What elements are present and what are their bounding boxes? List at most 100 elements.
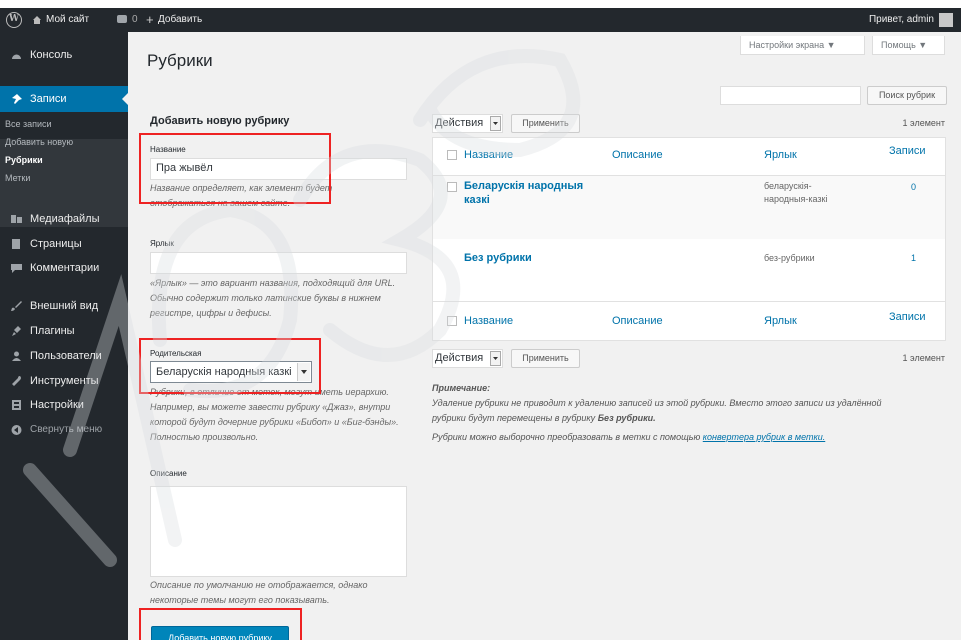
help-line: «Ярлык» — это вариант названия, подходящ… (150, 278, 396, 288)
row-checkbox[interactable] (447, 182, 457, 192)
help-line: Полностью произвольно. (150, 432, 259, 442)
search-categories-button[interactable]: Поиск рубрик (867, 86, 947, 105)
search-input[interactable] (720, 86, 861, 105)
greeting-link[interactable]: Привет, admin (869, 8, 934, 32)
table-row: Без рубрики без-рубрики 1 (433, 239, 945, 302)
menu-label: Настройки (30, 399, 84, 411)
slug-line: народныя-казкі (764, 194, 828, 204)
menu-item-posts[interactable]: Записи (0, 86, 128, 112)
menu-item-comments[interactable]: Комментарии (0, 255, 128, 281)
name-input[interactable]: Пра жывёл (150, 158, 407, 180)
apply-button-top[interactable]: Применить (511, 114, 580, 133)
menu-item-users[interactable]: Пользователи (0, 343, 128, 369)
parent-help-text: Рубрики, в отличие от меток, могут иметь… (150, 385, 399, 445)
help-line: которой будут дочерние рубрики «Бибоп» и… (150, 417, 399, 427)
help-line: Обычно содержит только латинские буквы в… (150, 293, 381, 303)
category-name-link[interactable]: Беларускія народныя казкі (464, 179, 583, 207)
item-count-top: 1 элемент (902, 118, 945, 128)
bulk-actions-label: Действия (435, 117, 484, 129)
menu-label: Инструменты (30, 375, 99, 387)
category-name-line: казкі (464, 194, 490, 206)
column-slug[interactable]: Ярлык (764, 149, 797, 161)
slug-help-text: «Ярлык» — это вариант названия, подходящ… (150, 276, 395, 321)
table-footer-row: Название Описание Ярлык Записи (433, 302, 945, 340)
note-heading: Примечание: (432, 383, 491, 393)
screen-options-button[interactable]: Настройки экрана ▼ (740, 36, 865, 55)
category-slug: беларускія- народныя-казкі (764, 180, 827, 206)
note-text: Рубрики можно выборочно преобразовать в … (432, 432, 703, 442)
home-icon[interactable] (32, 15, 42, 25)
table-header-row: Название Описание Ярлык Записи (433, 138, 945, 176)
parent-label: Родительская (150, 349, 202, 358)
column-description[interactable]: Описание (612, 149, 663, 161)
submenu-add-new[interactable]: Добавить новую (5, 137, 73, 147)
column-name[interactable]: Название (464, 149, 513, 161)
slug-input[interactable] (150, 252, 407, 274)
menu-item-plugins[interactable]: Плагины (0, 318, 128, 344)
bulk-actions-select-bottom[interactable]: Действия (432, 349, 503, 368)
help-line: Например, вы можете завести рубрику «Джа… (150, 402, 391, 412)
select-all-checkbox-footer[interactable] (447, 316, 457, 326)
menu-label: Консоль (30, 49, 73, 61)
menu-label: Страницы (30, 238, 82, 250)
menu-label: Плагины (30, 325, 75, 337)
apply-button-bottom[interactable]: Применить (511, 349, 580, 368)
name-label: Название (150, 145, 186, 154)
category-post-count[interactable]: 1 (911, 252, 916, 265)
wordpress-logo-icon[interactable]: W (6, 12, 22, 28)
add-category-button[interactable]: Добавить новую рубрику (151, 626, 289, 640)
help-line: Рубрики, в отличие от меток, могут иметь… (150, 387, 389, 397)
new-content-link[interactable]: Добавить (158, 8, 202, 32)
category-name-link[interactable]: Без рубрики (464, 251, 532, 265)
item-count-bottom: 1 элемент (902, 353, 945, 363)
avatar[interactable] (939, 13, 953, 27)
column-slug-footer[interactable]: Ярлык (764, 315, 797, 327)
menu-item-pages[interactable]: Страницы (0, 231, 128, 257)
menu-label: Медиафайлы (30, 213, 100, 225)
select-all-checkbox[interactable] (447, 150, 457, 160)
column-description-footer[interactable]: Описание (612, 315, 663, 327)
name-help-text: Название определяет, как элемент будет о… (150, 181, 380, 211)
wrench-icon (12, 376, 21, 386)
form-heading: Добавить новую рубрику (150, 115, 290, 127)
pin-icon (12, 94, 22, 104)
menu-item-appearance[interactable]: Внешний вид (0, 293, 128, 319)
help-line: регистре, цифры и дефисы. (150, 308, 272, 318)
description-help-text: Описание по умолчанию не отображается, о… (150, 578, 367, 608)
submenu-all-posts[interactable]: Все записи (5, 119, 52, 129)
plugin-icon (12, 326, 21, 336)
comment-icon (11, 264, 22, 273)
menu-item-collapse[interactable]: Свернуть меню (0, 417, 128, 443)
menu-label: Внешний вид (30, 300, 99, 312)
comments-count: 0 (132, 14, 138, 25)
menu-item-settings[interactable]: Настройки (0, 392, 128, 418)
comment-bubble-icon[interactable] (117, 15, 127, 23)
submenu-categories[interactable]: Рубрики (5, 155, 43, 165)
help-button[interactable]: Помощь ▼ (872, 36, 945, 55)
category-post-count[interactable]: 0 (911, 181, 916, 194)
column-name-footer[interactable]: Название (464, 315, 513, 327)
bulk-actions-select-top[interactable]: Действия (432, 114, 503, 133)
menu-item-dashboard[interactable]: Консоль (0, 42, 128, 68)
column-count-footer[interactable]: Записи (889, 311, 926, 323)
column-count[interactable]: Записи (889, 145, 926, 157)
categories-table: Название Описание Ярлык Записи Беларускі… (432, 137, 946, 341)
site-name-link[interactable]: Мой сайт (46, 8, 89, 32)
description-textarea[interactable] (150, 486, 407, 577)
converter-link[interactable]: конвертера рубрик в метки. (703, 432, 825, 442)
dashboard-icon (12, 54, 21, 59)
note-line: рубрики будут перемещены в рубрику Без р… (432, 413, 656, 423)
note-line: Рубрики можно выборочно преобразовать в … (432, 432, 825, 442)
admin-sidebar: Консоль Записи Все записи Добавить новую… (0, 32, 128, 640)
slug-line: беларускія- (764, 181, 812, 191)
settings-icon (12, 400, 21, 410)
submenu-tags[interactable]: Метки (5, 173, 30, 183)
parent-select[interactable]: Беларускія народныя казкі (150, 361, 312, 383)
plus-icon[interactable]: + (146, 8, 154, 32)
menu-item-media[interactable]: Медиафайлы (0, 206, 128, 232)
menu-item-tools[interactable]: Инструменты (0, 368, 128, 394)
note-text: рубрики будут перемещены в рубрику (432, 413, 598, 423)
admin-bar: W Мой сайт 0 + Добавить Привет, admin (0, 8, 961, 32)
page-title: Рубрики (147, 51, 213, 70)
help-line: Название определяет, как элемент будет о… (150, 183, 333, 208)
